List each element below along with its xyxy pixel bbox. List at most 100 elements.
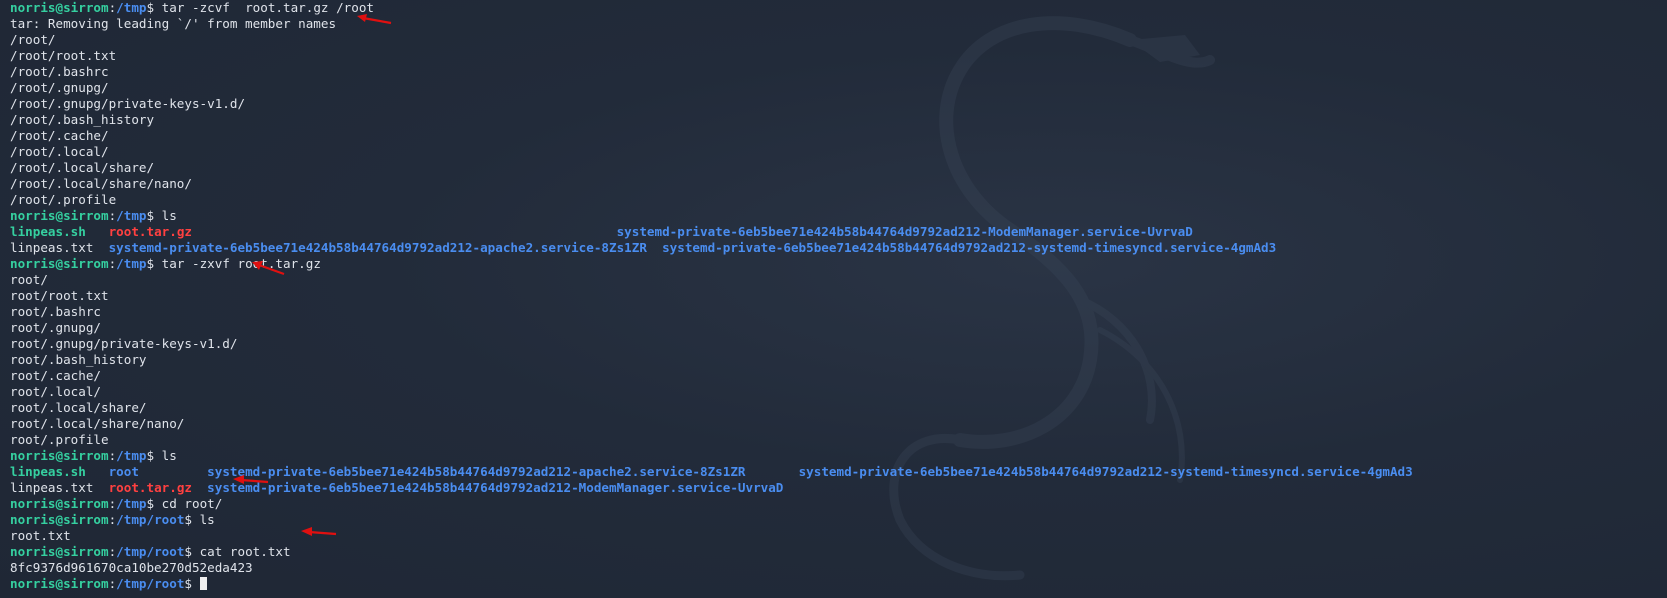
output-text: root/ <box>10 272 48 287</box>
prompt-user-host: norris@sirrom <box>10 544 109 559</box>
output-text: tar: Removing leading `/' from member na… <box>10 16 337 31</box>
output-text: root.txt <box>10 528 71 543</box>
prompt-user-host: norris@sirrom <box>10 496 109 511</box>
output-text: $ ls <box>146 208 177 223</box>
annotation-arrow <box>233 475 269 484</box>
output-text: $ tar -zcvf root.tar.gz /root <box>146 0 374 15</box>
terminal-line: norris@sirrom:/tmp/root$ cat root.txt <box>10 544 1413 560</box>
output-text: linpeas.txt <box>10 240 94 255</box>
output-text: /root/.gnupg/ <box>10 80 109 95</box>
prompt-user-host: norris@sirrom <box>10 256 109 271</box>
file-directory: systemd-private-6eb5bee71e424b58b44764d9… <box>616 224 1193 239</box>
output-text: /root/.local/ <box>10 144 109 159</box>
file-archive: root.tar.gz <box>108 224 192 239</box>
annotation-arrow <box>301 527 337 536</box>
output-text: /root/.gnupg/private-keys-v1.d/ <box>10 96 246 111</box>
output-text: root/.gnupg/private-keys-v1.d/ <box>10 336 238 351</box>
terminal-line: root/.bashrc <box>10 304 1413 320</box>
prompt-path: /tmp <box>116 0 147 15</box>
terminal-line: linpeas.txt systemd-private-6eb5bee71e42… <box>10 240 1413 256</box>
output-text: root/.bash_history <box>10 352 147 367</box>
annotation-arrow <box>357 14 392 25</box>
output-text: /root/.cache/ <box>10 128 109 143</box>
output-text: root/.profile <box>10 432 109 447</box>
prompt-path: /tmp/root <box>116 544 185 559</box>
terminal-line: root/.gnupg/private-keys-v1.d/ <box>10 336 1413 352</box>
output-text: root/.bashrc <box>10 304 101 319</box>
prompt-user-host: norris@sirrom <box>10 208 109 223</box>
terminal-line: /root/root.txt <box>10 48 1413 64</box>
terminal-line: linpeas.sh root.tar.gz systemd-private-6… <box>10 224 1413 240</box>
terminal-line: 8fc9376d961670ca10be270d52eda423 <box>10 560 1413 576</box>
terminal-cursor[interactable] <box>199 577 207 590</box>
terminal-line: root/root.txt <box>10 288 1413 304</box>
prompt-path: /tmp/root <box>116 576 185 591</box>
terminal-line: root/ <box>10 272 1413 288</box>
output-text: $ ls <box>146 448 177 463</box>
output-text: root/root.txt <box>10 288 109 303</box>
output-text: root/.local/share/nano/ <box>10 416 185 431</box>
output-text: $ ls <box>184 512 215 527</box>
terminal-output: norris@sirrom:/tmp$ tar -zcvf root.tar.g… <box>10 0 1413 592</box>
output-text: /root/.local/share/nano/ <box>10 176 192 191</box>
output-text: linpeas.txt <box>10 480 94 495</box>
output-text: /root/.bashrc <box>10 64 109 79</box>
terminal-line: root.txt <box>10 528 1413 544</box>
terminal-line: /root/.bash_history <box>10 112 1413 128</box>
prompt-path: /tmp <box>116 256 147 271</box>
terminal-line: /root/.local/share/ <box>10 160 1413 176</box>
output-text: root/.cache/ <box>10 368 101 383</box>
terminal-line: norris@sirrom:/tmp/root$ <box>10 576 1413 592</box>
file-directory: systemd-private-6eb5bee71e424b58b44764d9… <box>662 240 1277 255</box>
prompt-user-host: norris@sirrom <box>10 448 109 463</box>
output-text: /root/.bash_history <box>10 112 155 127</box>
terminal-line: /root/ <box>10 32 1413 48</box>
terminal-line: linpeas.sh root systemd-private-6eb5bee7… <box>10 464 1413 480</box>
terminal-line: /root/.bashrc <box>10 64 1413 80</box>
terminal-line: root/.bash_history <box>10 352 1413 368</box>
terminal-line: norris@sirrom:/tmp$ tar -zxvf root.tar.g… <box>10 256 1413 272</box>
terminal-line: root/.local/share/nano/ <box>10 416 1413 432</box>
output-text: $ cat root.txt <box>184 544 291 559</box>
terminal-line: linpeas.txt root.tar.gz systemd-private-… <box>10 480 1413 496</box>
output-text: /root/.local/share/ <box>10 160 155 175</box>
output-text: $ tar -zxvf root.tar.gz <box>146 256 321 271</box>
terminal-line: /root/.gnupg/private-keys-v1.d/ <box>10 96 1413 112</box>
terminal-line: tar: Removing leading `/' from member na… <box>10 16 1413 32</box>
prompt-user-host: norris@sirrom <box>10 0 109 15</box>
terminal-line: root/.profile <box>10 432 1413 448</box>
output-text: 8fc9376d961670ca10be270d52eda423 <box>10 560 253 575</box>
prompt-path: /tmp <box>116 208 147 223</box>
file-directory: systemd-private-6eb5bee71e424b58b44764d9… <box>207 480 784 495</box>
annotation-arrow <box>252 261 285 276</box>
file-directory: systemd-private-6eb5bee71e424b58b44764d9… <box>207 464 746 479</box>
output-text: root/.gnupg/ <box>10 320 101 335</box>
terminal-line: norris@sirrom:/tmp$ ls <box>10 448 1413 464</box>
file-archive: root.tar.gz <box>108 480 192 495</box>
prompt-path: /tmp/root <box>116 512 185 527</box>
terminal-line: norris@sirrom:/tmp/root$ ls <box>10 512 1413 528</box>
terminal-line: /root/.cache/ <box>10 128 1413 144</box>
terminal-line: /root/.local/share/nano/ <box>10 176 1413 192</box>
terminal-line: root/.cache/ <box>10 368 1413 384</box>
terminal-line: /root/.local/ <box>10 144 1413 160</box>
prompt-user-host: norris@sirrom <box>10 512 109 527</box>
output-text: /root/.profile <box>10 192 117 207</box>
terminal-line: norris@sirrom:/tmp$ ls <box>10 208 1413 224</box>
terminal-line: norris@sirrom:/tmp$ cd root/ <box>10 496 1413 512</box>
output-text: root/.local/ <box>10 384 101 399</box>
output-text: $ cd root/ <box>146 496 223 511</box>
terminal-line: /root/.gnupg/ <box>10 80 1413 96</box>
file-executable: linpeas.sh <box>10 224 86 239</box>
file-executable: linpeas.sh <box>10 464 86 479</box>
prompt-path: /tmp <box>116 448 147 463</box>
terminal-window[interactable]: norris@sirrom:/tmp$ tar -zcvf root.tar.g… <box>0 0 1667 598</box>
terminal-line: root/.local/ <box>10 384 1413 400</box>
